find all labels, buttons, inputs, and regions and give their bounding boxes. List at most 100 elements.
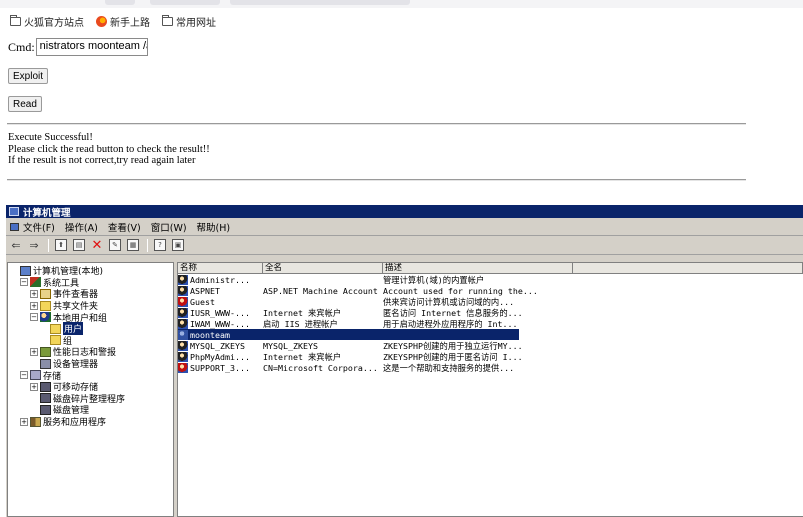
table-row[interactable]: moonteam	[178, 329, 519, 340]
tree-node[interactable]: + 性能日志和警报	[8, 346, 173, 358]
cell-description: 管理计算机(域)的内置帐户	[383, 274, 485, 285]
tree-node[interactable]: + 服务和应用程序	[8, 416, 173, 428]
tree-node[interactable]: − 本地用户和组	[8, 311, 173, 324]
firefox-icon	[96, 15, 107, 27]
cell-name: IWAM_WWW-...	[178, 318, 263, 329]
expand-icon[interactable]: +	[30, 382, 38, 391]
show-tree-icon[interactable]: ▤	[73, 239, 85, 251]
cell-name: IUSR_WWW-...	[178, 307, 263, 318]
properties-icon[interactable]: ✎	[109, 239, 121, 251]
user-name: SUPPORT_3...	[190, 362, 250, 373]
read-button[interactable]: Read	[8, 96, 42, 112]
bookmark-firefox-official[interactable]: 火狐官方站点	[10, 14, 84, 29]
table-row[interactable]: IUSR_WWW-... Internet 来宾帐户 匿名访问 Internet 信…	[178, 307, 803, 318]
toolbar-fragment	[230, 0, 410, 5]
user-icon	[178, 318, 188, 329]
bookmark-label: 常用网址	[176, 17, 216, 29]
tools-icon	[30, 277, 41, 288]
bookmark-common-sites[interactable]: 常用网址	[162, 14, 216, 29]
collapse-icon[interactable]: −	[20, 371, 28, 380]
tree-node[interactable]: 磁盘碎片整理程序	[8, 393, 173, 405]
tree-node-label: 服务和应用程序	[43, 418, 107, 429]
help-icon[interactable]: ?	[154, 239, 166, 251]
menu-action[interactable]: 操作(A)	[65, 220, 98, 234]
column-header-filler	[573, 263, 803, 274]
expand-icon[interactable]: +	[30, 301, 38, 310]
up-folder-icon[interactable]: ⬆	[55, 239, 67, 251]
removable-storage-icon	[40, 381, 51, 392]
table-row[interactable]: SUPPORT_3... CN=Microsoft Corpora... 这是一个帮…	[178, 362, 803, 373]
expand-icon[interactable]: +	[20, 417, 28, 426]
user-list: 名称 全名 描述 Administr... 管理计算机(域)的内置帐户 ASPNET…	[177, 262, 803, 517]
menu-file[interactable]: 文件(F)	[10, 220, 55, 234]
expand-icon[interactable]: +	[30, 289, 38, 298]
list-header: 名称 全名 描述	[178, 263, 803, 274]
table-row[interactable]: ASPNET ASP.NET Machine Account Account use…	[178, 285, 803, 296]
bookmark-getting-started[interactable]: 新手上路	[96, 14, 150, 29]
user-name: PhpMyAdmi...	[190, 351, 250, 362]
cell-fullname: 启动 IIS 进程帐户	[263, 318, 338, 329]
user-icon	[178, 351, 188, 362]
tree-node[interactable]: 设备管理器	[8, 358, 173, 370]
user-name: IWAM_WWW-...	[190, 318, 250, 329]
toolbar-fragment	[150, 0, 220, 5]
cell-name: PhpMyAdmi...	[178, 351, 263, 362]
exploit-button[interactable]: Exploit	[8, 68, 49, 84]
table-row[interactable]: Guest 供来宾访问计算机或访问域的内...	[178, 296, 803, 307]
divider	[7, 123, 746, 125]
mmc-panes: 计算机管理(本地) − 系统工具 + 事件查看器 + 共享文件夹 − 本地用户和组 用户组 + 性能日…	[6, 262, 803, 517]
bookmark-label: 新手上路	[110, 17, 150, 29]
result-message: Execute Successful! Please click the rea…	[8, 132, 210, 167]
cell-name: ASPNET	[178, 285, 263, 296]
user-name: IUSR_WWW-...	[190, 307, 250, 318]
delete-icon[interactable]: ✕	[91, 238, 103, 253]
storage-icon	[30, 370, 41, 381]
table-row[interactable]: PhpMyAdmi... Internet 来宾帐户 ZKEYSPHP创建的用于匿名…	[178, 351, 803, 362]
users-groups-icon	[40, 312, 51, 323]
tree-node[interactable]: + 可移动存储	[8, 381, 173, 393]
menu-help[interactable]: 帮助(H)	[197, 220, 231, 234]
column-header-name[interactable]: 名称	[178, 263, 263, 274]
forward-arrow-icon[interactable]: ⇒	[28, 239, 40, 252]
tree-node[interactable]: − 存储	[8, 369, 173, 382]
collapse-icon[interactable]: −	[20, 278, 28, 287]
back-arrow-icon[interactable]: ⇐	[10, 239, 22, 252]
tree-node[interactable]: 用户	[8, 322, 173, 336]
table-row[interactable]: IWAM_WWW-... 启动 IIS 进程帐户 用于启动进程外应用程序的 Int.…	[178, 318, 803, 329]
table-row[interactable]: MYSQL_ZKEYS MYSQL_ZKEYS ZKEYSPHP创建的用于独立运行M…	[178, 340, 803, 351]
user-disabled-icon	[178, 362, 188, 373]
menu-bar: 文件(F) 操作(A) 查看(V) 窗口(W) 帮助(H)	[6, 218, 803, 236]
cmd-input[interactable]: nistrators moonteam /a	[35, 38, 148, 56]
performance-icon	[40, 346, 51, 357]
toolbar-separator	[48, 238, 49, 252]
export-list-icon[interactable]: ▦	[127, 239, 139, 251]
menu-window[interactable]: 窗口(W)	[151, 220, 187, 234]
expand-icon[interactable]: +	[30, 347, 38, 356]
collapse-icon[interactable]: −	[30, 313, 38, 322]
tree-node[interactable]: + 事件查看器	[8, 288, 173, 300]
menu-label: 文件(F)	[23, 222, 55, 234]
table-row[interactable]: Administr... 管理计算机(域)的内置帐户	[178, 274, 803, 285]
disk-management-icon	[40, 404, 51, 415]
user-name: MYSQL_ZKEYS	[190, 340, 245, 351]
tree-node[interactable]: 磁盘管理	[8, 404, 173, 416]
folder-icon	[50, 323, 61, 334]
tree-node[interactable]: 组	[8, 335, 173, 347]
column-header-fullname[interactable]: 全名	[263, 263, 383, 274]
new-window-icon[interactable]: ▣	[172, 239, 184, 251]
user-rows: Administr... 管理计算机(域)的内置帐户 ASPNET ASP.NET M…	[178, 274, 803, 373]
tree-node[interactable]: + 共享文件夹	[8, 300, 173, 312]
bookmarks-bar: 火狐官方站点 新手上路 常用网址	[0, 10, 803, 32]
column-header-description[interactable]: 描述	[383, 263, 573, 274]
tree-node[interactable]: 计算机管理(本地)	[8, 265, 173, 277]
menu-view[interactable]: 查看(V)	[108, 220, 141, 234]
shared-folder-icon	[40, 300, 51, 311]
user-icon	[178, 329, 188, 340]
tree-node[interactable]: − 系统工具	[8, 277, 173, 289]
cell-description: 用于启动进程外应用程序的 Int...	[383, 318, 518, 329]
toolbar-fragment	[105, 0, 135, 5]
user-disabled-icon	[178, 296, 188, 307]
user-name: Administr...	[190, 274, 250, 285]
cell-fullname: ASP.NET Machine Account	[263, 285, 378, 296]
computer-icon	[9, 207, 19, 216]
